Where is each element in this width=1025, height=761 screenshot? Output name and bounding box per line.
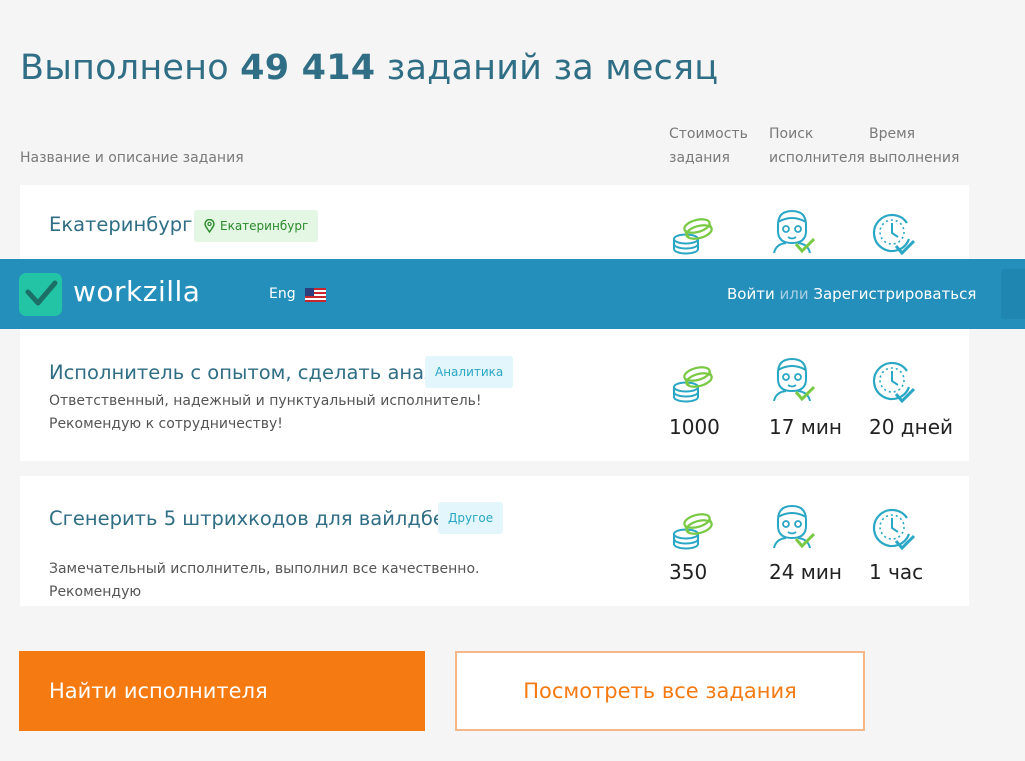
login-link[interactable]: Войти xyxy=(727,285,775,303)
title-prefix: Выполнено xyxy=(20,48,241,88)
clock-check-icon xyxy=(872,213,915,255)
coins-icon xyxy=(672,363,715,403)
task-price: 1000 xyxy=(669,415,720,439)
tasks-count: 49 414 xyxy=(240,48,376,88)
task-card[interactable]: Сгенерить 5 штрихкодов для вайлдбер Друг… xyxy=(20,476,969,606)
page-title: Выполнено 49 414 заданий за месяц xyxy=(20,48,718,88)
task-duration: 20 дней xyxy=(869,415,954,439)
task-title[interactable]: Сгенерить 5 штрихкодов для вайлдбер xyxy=(49,507,457,530)
column-header-price: Стоимость задания xyxy=(669,122,765,170)
task-price: 350 xyxy=(669,560,708,584)
language-switch[interactable]: Eng xyxy=(269,286,296,302)
performer-check-icon xyxy=(772,357,815,401)
auth-links: Войти или Зарегистрироваться xyxy=(727,285,976,303)
logo-wordmark[interactable]: workzilla xyxy=(73,275,200,308)
column-header-task: Название и описание задания xyxy=(20,150,244,166)
column-header-search: Поиск исполнителя xyxy=(769,122,865,170)
column-header-price-line2: задания xyxy=(669,150,730,166)
column-header-search-line2: исполнителя xyxy=(769,150,865,166)
find-performer-button[interactable]: Найти исполнителя xyxy=(19,651,425,731)
task-description: Ответственный, надежный и пунктуальный и… xyxy=(49,393,482,432)
task-tag-label: Екатеринбург xyxy=(220,219,309,233)
performer-check-icon xyxy=(772,209,815,253)
task-card[interactable]: Екатеринбург Екатеринбург xyxy=(20,185,969,259)
column-header-time: Время выполнения xyxy=(869,122,965,170)
coins-icon xyxy=(672,215,715,255)
task-tag-label: Аналитика xyxy=(435,365,504,379)
task-search-time: 17 мин xyxy=(769,415,842,439)
navbar: workzilla Eng Войти или Зарегистрировать… xyxy=(0,259,1025,329)
performer-check-icon xyxy=(772,504,815,548)
title-suffix: заданий за месяц xyxy=(375,48,719,88)
column-header-time-line2: выполнения xyxy=(869,150,960,166)
navbar-edge-button[interactable] xyxy=(1001,269,1025,319)
column-header-time-line1: Время xyxy=(869,126,916,142)
clock-check-icon xyxy=(872,361,915,403)
logo-icon[interactable] xyxy=(19,273,62,316)
coins-icon xyxy=(672,510,715,550)
task-tag: Екатеринбург xyxy=(194,210,319,242)
map-pin-icon xyxy=(204,219,215,233)
clock-check-icon xyxy=(872,508,915,550)
register-link[interactable]: Зарегистрироваться xyxy=(813,285,976,303)
task-duration: 1 час xyxy=(869,560,924,584)
task-tag-label: Другое xyxy=(448,511,494,525)
task-title[interactable]: Исполнитель с опытом, сделать анали xyxy=(49,361,449,384)
task-card[interactable]: Исполнитель с опытом, сделать анали Анал… xyxy=(20,329,969,461)
task-search-time: 24 мин xyxy=(769,560,842,584)
auth-separator: или xyxy=(779,285,809,303)
column-header-price-line1: Стоимость xyxy=(669,126,748,142)
column-header-search-line1: Поиск xyxy=(769,126,814,142)
task-description: Замечательный исполнитель, выполнил все … xyxy=(49,561,480,600)
task-title[interactable]: Екатеринбург xyxy=(49,213,192,236)
view-all-tasks-button[interactable]: Посмотреть все задания xyxy=(455,651,865,731)
us-flag-icon[interactable] xyxy=(305,288,326,302)
task-tag: Аналитика xyxy=(425,356,514,388)
task-tag: Другое xyxy=(438,502,504,534)
